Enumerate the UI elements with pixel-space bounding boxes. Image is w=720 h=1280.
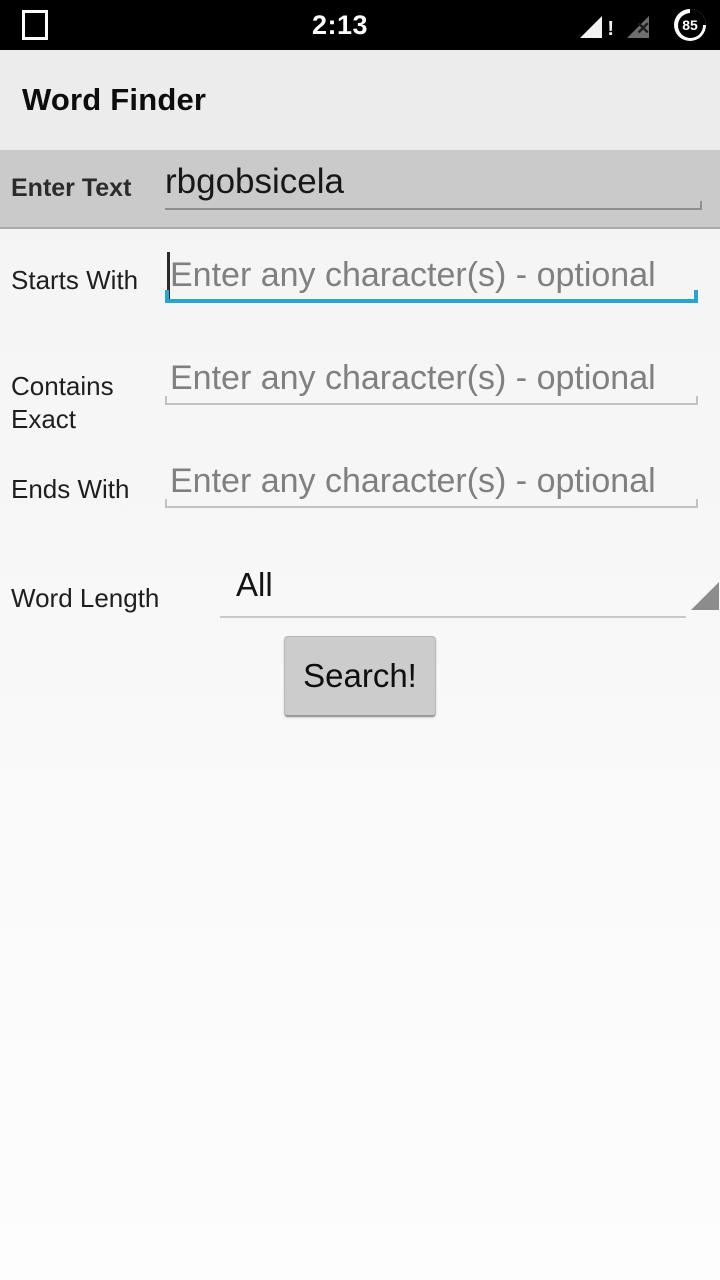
spinner-triangle-icon (691, 582, 719, 610)
battery-level-label: 85 (677, 12, 703, 38)
status-bar-left (0, 10, 120, 40)
contains-exact-underline (165, 396, 698, 405)
signal-triangle-shape (580, 16, 602, 38)
starts-with-placeholder: Enter any character(s) - optional (170, 256, 656, 294)
action-bar: Word Finder (0, 50, 720, 150)
status-bar-clock: 2:13 (311, 10, 369, 40)
contains-exact-row: Contains Exact Enter any character(s) - … (0, 334, 720, 437)
square-outline-icon (22, 10, 48, 40)
word-length-label: Word Length (11, 583, 160, 613)
word-length-underline (220, 616, 686, 618)
starts-with-row: Starts With Enter any character(s) - opt… (0, 231, 720, 334)
contains-exact-label: Contains Exact (11, 371, 114, 434)
status-bar-right: ! ✕ 85 (560, 9, 720, 41)
ends-with-underline (165, 499, 698, 508)
contains-exact-input[interactable]: Enter any character(s) - optional (165, 334, 702, 437)
ends-with-label: Ends With (11, 474, 130, 504)
enter-text-row: Enter Text rbgobsicela (0, 150, 720, 229)
starts-with-input[interactable]: Enter any character(s) - optional (165, 231, 702, 334)
word-length-spinner[interactable]: All (220, 550, 719, 628)
word-length-row: Word Length All (0, 550, 720, 628)
battery-circle-icon: 85 (674, 9, 706, 41)
page-title: Word Finder (22, 82, 207, 117)
status-bar: 2:13 ! ✕ 85 (0, 0, 720, 50)
word-length-selected-value: All (236, 566, 273, 603)
signal-no-service-icon: ✕ (627, 10, 661, 40)
search-button-row: Search! (0, 636, 720, 717)
starts-with-underline-focused (165, 290, 698, 303)
ends-with-placeholder: Enter any character(s) - optional (170, 462, 656, 500)
enter-text-input[interactable]: rbgobsicela (165, 149, 702, 228)
signal-warning-icon: ! (580, 10, 614, 40)
signal-warning-glyph: ! (607, 18, 614, 40)
enter-text-underline (165, 201, 702, 210)
enter-text-label: Enter Text (11, 174, 132, 202)
ends-with-row: Ends With Enter any character(s) - optio… (0, 437, 720, 537)
search-form: Starts With Enter any character(s) - opt… (0, 231, 720, 717)
contains-exact-placeholder: Enter any character(s) - optional (170, 359, 656, 397)
signal-no-service-glyph: ✕ (636, 19, 651, 38)
search-button[interactable]: Search! (284, 636, 436, 717)
ends-with-input[interactable]: Enter any character(s) - optional (165, 437, 702, 537)
starts-with-label: Starts With (11, 265, 139, 295)
